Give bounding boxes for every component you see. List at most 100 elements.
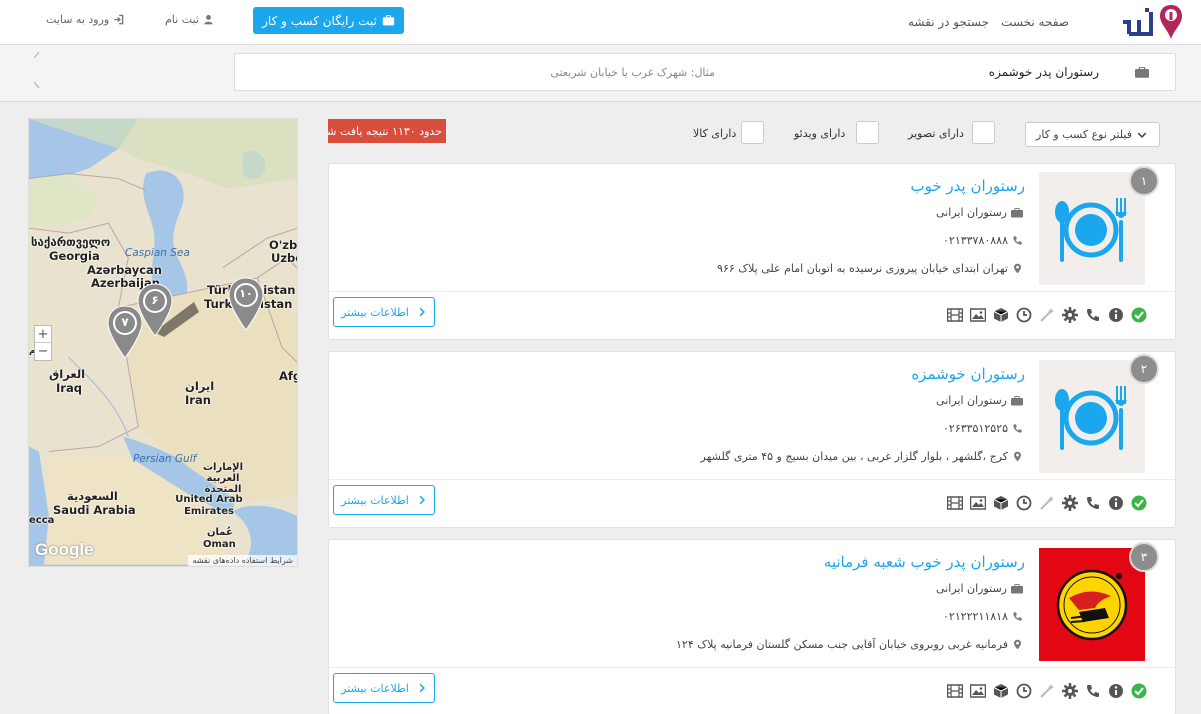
site-logo[interactable] [1121,2,1187,42]
map-pin-6[interactable]: ۶ [136,283,174,337]
map-label-uzbekistan-native: O'zbe [269,238,298,252]
location-input[interactable]: مثال: شهرک غرب یا خیابان شریعتی [550,66,715,79]
results-count-badge: حدود ۱۱۳۰ نتیجه یافت شد [328,119,446,143]
register-business-button[interactable]: ثبت رایگان کسب و کار [253,7,404,34]
briefcase-icon [1011,583,1023,593]
search-input[interactable]: رستوران پدر خوشمزه [989,65,1099,79]
restaurant-logo-icon [1039,548,1145,661]
listing-address: فرمانیه غربی روبروی خیابان آقایی جنب مسک… [676,638,1023,651]
phone-icon [1013,612,1022,621]
pin-number: ۱۰ [239,287,253,300]
feature-icons [947,495,1147,511]
listing-address-text: تهران ابتدای خیابان پیروزی نرسیده به اتو… [717,262,1008,275]
phone-icon [1013,236,1022,245]
listing-title[interactable]: رستوران پدر خوب شعبه فرمانیه [824,553,1025,571]
search-area: رستوران پدر خوشمزه مثال: شهرک غرب یا خیا… [0,45,1201,102]
info-icon [1109,684,1123,698]
chevron-right-icon [419,683,425,693]
clock-icon [1016,683,1032,699]
cube-icon [993,496,1009,510]
map-label-georgia: Georgia [49,249,100,263]
gear-icon [1062,683,1078,699]
map-label-caspian: Caspian Sea [125,247,190,259]
feature-icons [947,307,1147,323]
register-business-label: ثبت رایگان کسب و کار [262,13,377,28]
nav-map-search[interactable]: جستجو در نقشه [908,15,989,29]
briefcase-icon [382,15,395,26]
listing-card: ۱ رستوران پدر خوب رستوران ایرانی ۰۲۱۳۳۷۸… [328,163,1176,340]
business-type-filter[interactable]: فیلتر نوع کسب و کار [1025,122,1160,147]
has-video-checkbox[interactable] [856,121,879,144]
map-label-uzbekistan: Uzbe [271,251,297,265]
listing-card: ۳ رستوران پدر خوب شعبه فرمانیه رستوران ا… [328,539,1176,714]
listing-rank: ۱ [1129,166,1159,196]
chevron-right-icon [419,307,425,317]
business-type-filter-label: فیلتر نوع کسب و کار [1036,128,1132,141]
top-navbar: صفحه نخست جستجو در نقشه ثبت رایگان کسب و… [0,0,1201,45]
has-image-checkbox[interactable] [972,121,995,144]
listing-category: رستوران ایرانی [936,394,1023,407]
more-info-label: اطلاعات بیشتر [341,305,409,319]
briefcase-icon [1011,395,1023,405]
listing-title[interactable]: رستوران پدر خوب [911,177,1026,195]
map-label-saudi-native: السعودية [67,489,118,503]
listing-category-label: رستوران ایرانی [936,206,1007,219]
zoom-in-button[interactable]: + [35,326,51,343]
map-label-uae: United Arab Emirates [175,494,243,517]
login-label: ورود به سایت [46,13,110,26]
map-label-afghanistan: Afg [279,369,297,383]
map-label-iran-native: ایران [185,379,215,393]
listing-rank: ۳ [1129,542,1159,572]
verified-check-icon [1131,683,1147,699]
gear-icon [1062,495,1078,511]
search-box[interactable]: رستوران پدر خوشمزه مثال: شهرک غرب یا خیا… [234,53,1176,91]
has-product-label: دارای کالا [693,127,737,140]
listing-address-text: فرمانیه غربی روبروی خیابان آقایی جنب مسک… [676,638,1008,651]
signup-link[interactable]: ثبت نام [165,13,214,26]
map-pin-10[interactable]: ۱۰ [227,277,265,331]
zoom-out-button[interactable]: − [35,343,51,360]
film-icon [947,684,963,698]
listing-thumbnail[interactable] [1039,172,1145,285]
map-label-azerbaijan-native: Azərbaycan [87,263,162,277]
image-icon [970,308,986,322]
map-label-uae-native: الإمارات العربية المتحدة [202,462,244,495]
phone-icon [1087,685,1099,697]
more-info-button[interactable]: اطلاعات بیشتر [333,297,435,327]
has-video-label: دارای ویدئو [794,127,846,140]
listing-thumbnail[interactable] [1039,360,1145,473]
briefcase-icon [1135,67,1149,78]
has-product-checkbox[interactable] [741,121,764,144]
listing-title[interactable]: رستوران خوشمزه [911,365,1025,383]
has-image-label: دارای تصویر [908,127,964,140]
cube-icon [993,684,1009,698]
listing-phone-number: ۰۲۱۲۲۲۱۱۸۱۸ [943,610,1008,623]
map-marker-icon [228,277,264,331]
more-info-button[interactable]: اطلاعات بیشتر [333,485,435,515]
listing-category: رستوران ایرانی [936,206,1023,219]
signup-label: ثبت نام [165,13,199,26]
listing-phone: ۰۲۱۲۲۲۱۱۸۱۸ [943,610,1023,623]
briefcase-icon [1011,207,1023,217]
pin-number: ۶ [151,293,159,307]
more-info-label: اطلاعات بیشتر [341,681,409,695]
map-label-iraq: Iraq [56,381,82,395]
listing-category-label: رستوران ایرانی [936,394,1007,407]
login-link[interactable]: ورود به سایت [46,13,124,26]
listing-phone-number: ۰۲۶۳۳۵۱۲۵۲۵ [943,422,1008,435]
map-label-persian-gulf: Persian Gulf [133,453,197,465]
results-map[interactable]: საქართველო Georgia Azərbaycan Azerbaijan… [28,118,298,567]
clock-icon [1016,307,1032,323]
listing-category-label: رستوران ایرانی [936,582,1007,595]
listing-thumbnail[interactable] [1039,548,1145,661]
nav-home[interactable]: صفحه نخست [1001,15,1069,29]
map-terms-link[interactable]: شرایط استفاده داده‌های نقشه [188,555,297,566]
phone-icon [1087,497,1099,509]
map-marker-icon [137,283,173,337]
user-icon [204,15,213,25]
more-info-button[interactable]: اطلاعات بیشتر [333,673,435,703]
plate-icon [1039,360,1145,473]
chevron-down-icon [1137,132,1147,138]
listing-rank: ۲ [1129,354,1159,384]
listing-phone-number: ۰۲۱۳۳۷۸۰۸۸۸ [943,234,1008,247]
